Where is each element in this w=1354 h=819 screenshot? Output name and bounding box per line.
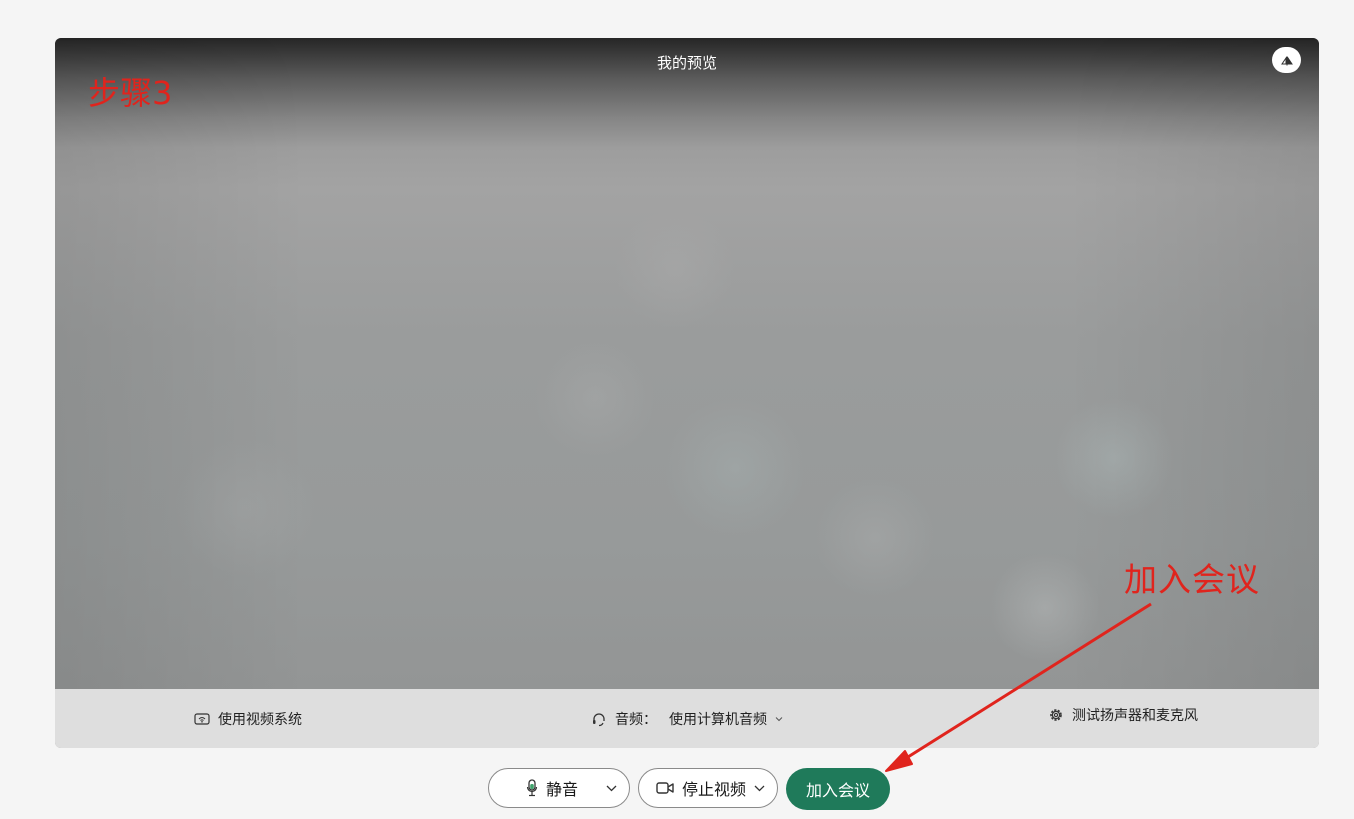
join-annotation-text: 加入会议	[1124, 560, 1260, 599]
join-controls: 静音 停止视频 加入会议	[0, 768, 1354, 810]
microphone-icon	[526, 778, 538, 798]
audio-value-label: 使用计算机音频	[669, 712, 767, 728]
stop-video-button[interactable]: 停止视频	[638, 768, 778, 808]
video-options-chevron-icon[interactable]	[754, 785, 765, 792]
step-annotation: 步骤3	[88, 74, 173, 112]
join-meeting-button[interactable]: 加入会议	[786, 768, 890, 810]
audio-prefix-label: 音频：	[615, 712, 657, 728]
use-video-system-label: 使用视频系统	[218, 712, 302, 728]
use-video-system-option[interactable]: 使用视频系统	[194, 709, 302, 729]
headset-icon	[591, 711, 607, 727]
preview-title: 我的预览	[656, 54, 717, 72]
stop-video-label: 停止视频	[682, 780, 747, 799]
self-preview-panel: 我的预览 步骤3 使用视频系统 音频： 使用计算机音频 测试扬声器和麦克风	[55, 38, 1319, 748]
test-speaker-mic-option[interactable]: 测试扬声器和麦克风	[1048, 705, 1198, 725]
gear-icon	[1048, 707, 1064, 723]
options-bar: 使用视频系统 音频： 使用计算机音频 测试扬声器和麦克风	[55, 689, 1319, 748]
chevron-down-icon	[775, 716, 783, 722]
video-system-icon	[194, 712, 210, 726]
test-speaker-mic-label: 测试扬声器和麦克风	[1072, 708, 1198, 724]
camera-icon	[656, 781, 675, 795]
mute-button[interactable]: 静音	[488, 768, 630, 808]
mirror-view-button[interactable]	[1272, 47, 1301, 73]
mute-label: 静音	[546, 780, 579, 799]
audio-selector[interactable]: 音频： 使用计算机音频	[591, 709, 783, 729]
mirror-icon	[1280, 51, 1293, 70]
mute-options-chevron-icon[interactable]	[606, 785, 617, 792]
